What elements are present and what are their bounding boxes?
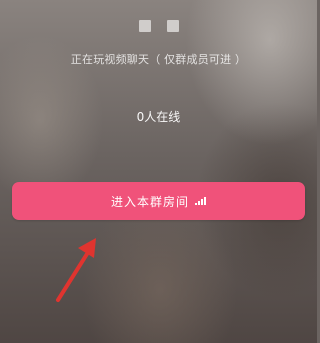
- red-arrow-annotation: [56, 238, 96, 302]
- signal-bars-icon: [195, 197, 206, 205]
- member-avatar: [166, 20, 179, 32]
- online-count-text: 0人在线: [136, 110, 181, 124]
- enter-group-room-label: 进入本群房间: [110, 194, 189, 209]
- member-avatar: [138, 20, 151, 32]
- arrow-shaft: [56, 244, 94, 302]
- video-chat-status-text: 正在玩视频聊天（ 仅群成员可进 ）: [70, 53, 247, 66]
- group-avatars: [0, 20, 317, 32]
- enter-group-room-button[interactable]: 进入本群房间: [12, 182, 305, 220]
